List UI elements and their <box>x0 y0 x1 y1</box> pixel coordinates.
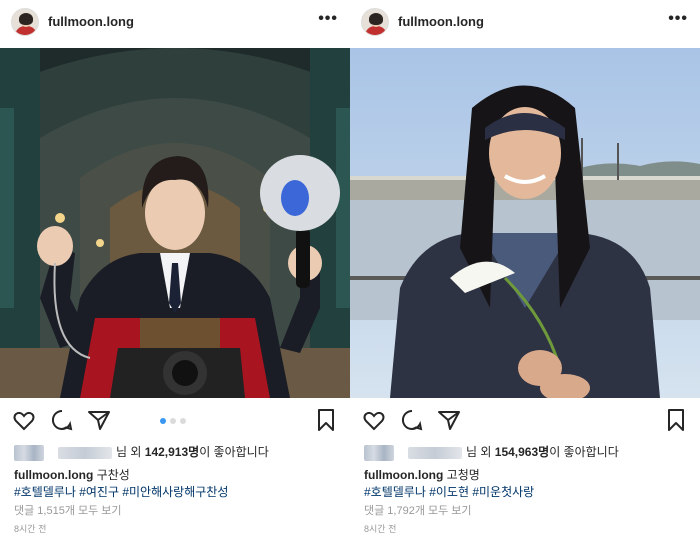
share-icon[interactable] <box>87 408 111 432</box>
likes-suffix: 이 좋아합니다 <box>549 445 619 459</box>
post-photo[interactable] <box>350 48 700 398</box>
likes-count[interactable]: 154,963명 <box>495 445 549 459</box>
caption: fullmoon.long 고청명 <box>364 466 480 483</box>
post-left: fullmoon.long ••• 님 외 142,913명이 좋아합니다 fu… <box>0 0 350 540</box>
caption-text: 고청명 <box>446 468 480 482</box>
username[interactable]: fullmoon.long <box>398 14 484 29</box>
blurred-liker-name[interactable] <box>58 446 112 459</box>
avatar[interactable] <box>11 8 39 36</box>
post-right: fullmoon.long ••• 님 외 154,963명이 좋아합니다 fu… <box>350 0 700 540</box>
likes-line: 님 외 142,913명이 좋아합니다 <box>14 443 269 461</box>
blurred-liker-avatar <box>14 444 44 461</box>
carousel-dot <box>180 418 186 424</box>
view-comments-link[interactable]: 댓글 1,515개 모두 보기 <box>14 502 122 518</box>
hashtags[interactable]: #호텔델루나 #여진구 #미안해사랑해구찬성 <box>14 483 228 500</box>
likes-prefix: 님 외 <box>466 445 492 459</box>
heart-icon[interactable] <box>362 408 386 432</box>
caption-text: 구찬성 <box>96 468 130 482</box>
bookmark-icon[interactable] <box>664 408 688 432</box>
likes-count[interactable]: 142,913명 <box>145 445 199 459</box>
caption-username[interactable]: fullmoon.long <box>14 468 93 482</box>
likes-prefix: 님 외 <box>116 445 142 459</box>
more-options-icon[interactable]: ••• <box>668 10 688 28</box>
share-icon[interactable] <box>437 408 461 432</box>
avatar[interactable] <box>361 8 389 36</box>
comment-icon[interactable] <box>400 408 424 432</box>
post-time: 8시간 전 <box>364 524 397 534</box>
carousel-dot <box>170 418 176 424</box>
instagram-posts: fullmoon.long ••• 님 외 142,913명이 좋아합니다 fu… <box>0 0 700 540</box>
caption-username[interactable]: fullmoon.long <box>364 468 443 482</box>
comment-icon[interactable] <box>50 408 74 432</box>
post-actions <box>350 406 700 436</box>
hashtags[interactable]: #호텔델루나 #이도현 #미운첫사랑 <box>364 483 534 500</box>
post-time: 8시간 전 <box>14 524 47 534</box>
username[interactable]: fullmoon.long <box>48 14 134 29</box>
likes-line: 님 외 154,963명이 좋아합니다 <box>364 443 619 461</box>
post-header: fullmoon.long ••• <box>0 0 350 44</box>
post-photo[interactable] <box>0 48 350 398</box>
more-options-icon[interactable]: ••• <box>318 10 338 28</box>
carousel-dot-active <box>160 418 166 424</box>
caption: fullmoon.long 구찬성 <box>14 466 130 483</box>
carousel-indicator <box>160 418 186 424</box>
heart-icon[interactable] <box>12 408 36 432</box>
bookmark-icon[interactable] <box>314 408 338 432</box>
likes-suffix: 이 좋아합니다 <box>199 445 269 459</box>
blurred-liker-avatar <box>364 444 394 461</box>
view-comments-link[interactable]: 댓글 1,792개 모두 보기 <box>364 502 472 518</box>
post-header: fullmoon.long ••• <box>350 0 700 44</box>
post-actions <box>0 406 350 436</box>
blurred-liker-name[interactable] <box>408 446 462 459</box>
